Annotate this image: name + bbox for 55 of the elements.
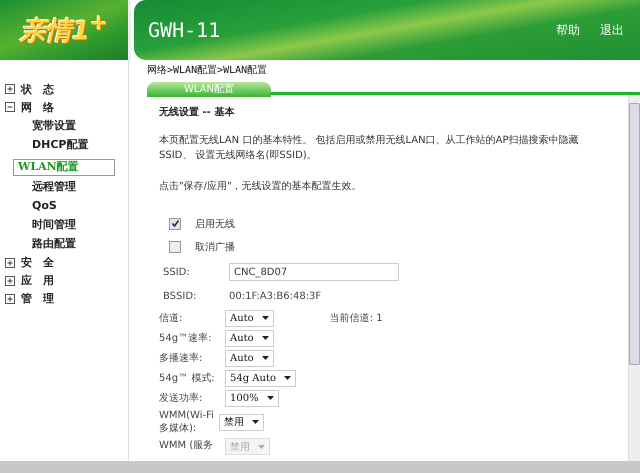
current-channel-text: 当前信道: 1	[330, 312, 383, 325]
caret-icon	[284, 376, 292, 380]
section-title: 无线设置 -- 基本	[159, 106, 236, 119]
sidebar-item[interactable]: 应 用	[21, 273, 54, 288]
expand-icon[interactable]	[5, 276, 15, 286]
field-label: 54g™ 模式:	[159, 372, 216, 385]
expand-icon[interactable]	[5, 294, 15, 304]
dropdown[interactable]: 禁用	[219, 414, 264, 430]
dropdown[interactable]: Auto	[225, 330, 274, 346]
ssid-field[interactable]: CNC_8D07	[229, 263, 399, 281]
sidebar-subitem[interactable]: 远程管理	[13, 178, 125, 196]
caret-icon	[262, 336, 269, 340]
header-link[interactable]: 退出	[600, 22, 624, 38]
caret-icon	[258, 444, 265, 448]
scrollbar[interactable]	[628, 95, 640, 461]
checkbox-label: 取消广播	[195, 240, 235, 254]
field-label: 多播速率:	[159, 352, 204, 365]
field-label: WMM(Wi-Fi 多媒体):	[159, 409, 215, 435]
caret-icon	[262, 316, 269, 320]
field-label: SSID:	[163, 266, 191, 278]
dropdown[interactable]: Auto	[225, 310, 274, 326]
description-text: 点击"保存/应用"，无线设置的基本配置生效。	[159, 180, 363, 194]
field-label: 信道:	[159, 312, 184, 325]
caret-icon	[262, 356, 269, 360]
sidebar-item[interactable]: 网 络	[21, 100, 54, 114]
sidebar-subitem[interactable]: DHCP配置	[13, 136, 125, 154]
device-title: GWH-11	[148, 18, 220, 42]
sidebar-item[interactable]: 管 理	[21, 291, 54, 306]
sidebar-item[interactable]: 状 态	[21, 82, 54, 96]
caret-icon	[252, 420, 259, 424]
collapse-icon[interactable]	[5, 102, 15, 112]
breadcrumb: 网络>WLAN配置>WLAN配置	[147, 64, 268, 77]
dropdown[interactable]: 100%	[225, 390, 279, 406]
checkbox[interactable]	[169, 240, 181, 252]
sidebar-subitem[interactable]: QoS	[13, 196, 125, 214]
expand-icon[interactable]	[5, 84, 15, 94]
sidebar-subitem[interactable]: 时间管理	[13, 216, 125, 234]
dropdown[interactable]: Auto	[225, 350, 274, 366]
header-link[interactable]: 帮助	[556, 22, 580, 38]
sidebar-subitem[interactable]: 宽带设置	[13, 117, 125, 135]
dropdown[interactable]: 54g Auto	[225, 370, 296, 386]
sidebar-subitem[interactable]: WLAN配置	[13, 158, 115, 176]
sidebar-item[interactable]: 安 全	[21, 255, 54, 270]
expand-icon[interactable]	[5, 258, 15, 268]
checkbox[interactable]	[169, 218, 181, 230]
field-label: 发送功率:	[159, 392, 204, 405]
description-text: 本页配置无线LAN 口的基本特性。 包括启用或禁用无线LAN口、从工作站的AP扫描搜索中隐藏SSID、 设置无线网络名(即SSID)。	[159, 134, 579, 163]
sidebar-subitem[interactable]: 路由配置	[13, 234, 125, 252]
logo: 亲情1$^{+}$	[20, 11, 108, 49]
field-value: 00:1F:A3:B6:48:3F	[229, 290, 322, 302]
checkbox-label: 启用无线	[195, 218, 235, 230]
field-label: WMM (服务	[159, 439, 214, 452]
caret-icon	[266, 396, 274, 400]
field-label: 54g™速率:	[159, 332, 212, 345]
field-label: BSSID:	[163, 290, 198, 302]
